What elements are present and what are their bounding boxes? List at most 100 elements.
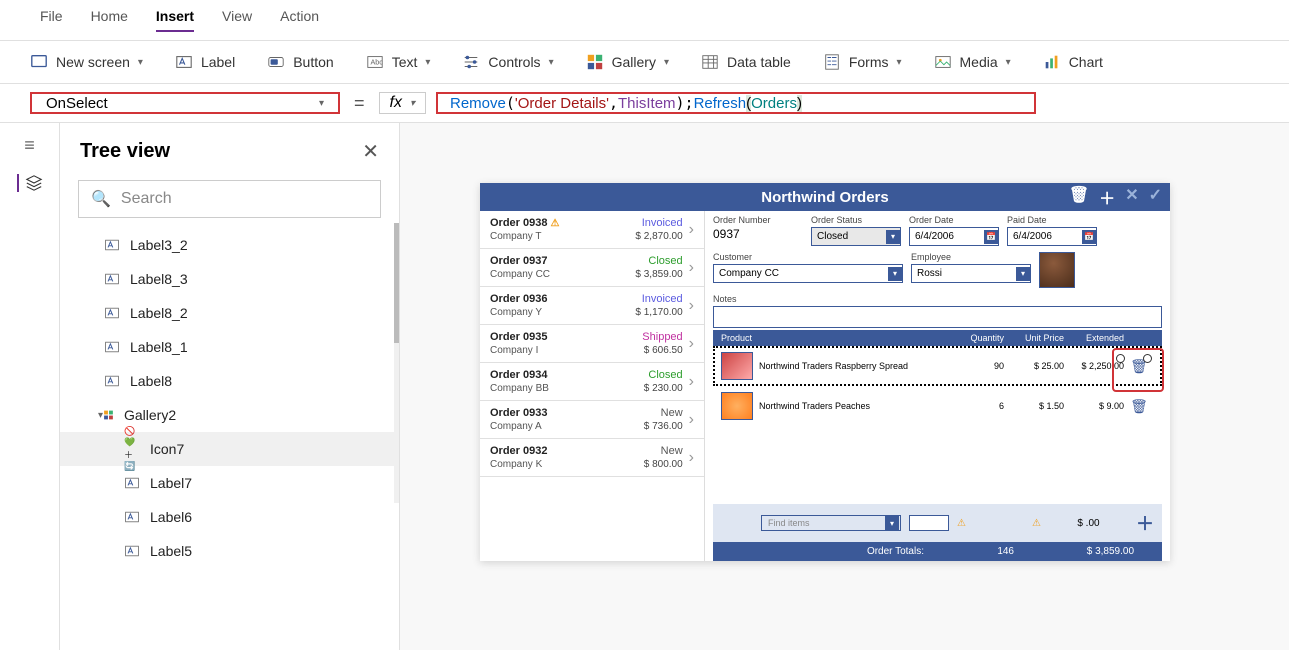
order-row[interactable]: Order 0938 ⚠Company TInvoiced$ 2,870.00› bbox=[480, 211, 704, 249]
trash-icon[interactable]: 🗑 bbox=[1069, 185, 1089, 209]
product-image bbox=[721, 352, 753, 380]
menu-bar: File Home Insert View Action bbox=[0, 0, 1289, 41]
tree-item-label5[interactable]: Label5 bbox=[60, 534, 399, 568]
trash-icon[interactable]: 🗑 bbox=[1124, 358, 1154, 375]
trash-icon[interactable]: 🗑 bbox=[1124, 398, 1154, 415]
tree-item-label7[interactable]: Label7 bbox=[60, 466, 399, 500]
tree-item-gallery2[interactable]: ▾ Gallery2 bbox=[60, 398, 399, 432]
order-row[interactable]: Order 0933Company ANew$ 736.00› bbox=[480, 401, 704, 439]
formula-input[interactable]: Remove( 'Order Details', ThisItem ); Ref… bbox=[436, 92, 1036, 114]
qty-input[interactable] bbox=[909, 515, 949, 531]
add-line-row: Find items▾ ⚠ ⚠ $ .00 ＋ bbox=[713, 504, 1162, 542]
label-icon bbox=[104, 305, 120, 321]
icon-icon: 🚫💚＋🔄 bbox=[124, 441, 140, 457]
gallery-dropdown[interactable]: Gallery▾ bbox=[586, 53, 669, 71]
notes-input[interactable] bbox=[713, 306, 1162, 328]
chevron-right-icon: › bbox=[689, 335, 694, 353]
tree-item-label8_2[interactable]: Label8_2 bbox=[60, 296, 399, 330]
menu-file[interactable]: File bbox=[40, 8, 63, 32]
chevron-right-icon: › bbox=[689, 449, 694, 467]
chart-dropdown[interactable]: Chart bbox=[1043, 53, 1103, 71]
chevron-right-icon: › bbox=[689, 373, 694, 391]
fx-button[interactable]: fx▾ bbox=[379, 92, 426, 114]
gallery-icon: ▾ bbox=[98, 407, 114, 423]
line-items-header: Product Quantity Unit Price Extended bbox=[713, 330, 1162, 346]
tree-item-label8_3[interactable]: Label8_3 bbox=[60, 262, 399, 296]
order-row[interactable]: Order 0936Company YInvoiced$ 1,170.00› bbox=[480, 287, 704, 325]
button-button[interactable]: Button bbox=[267, 53, 333, 71]
app-title-bar: Northwind Orders 🗑 ＋ ✕ ✓ bbox=[480, 183, 1170, 211]
data-table-button[interactable]: Data table bbox=[701, 53, 791, 71]
property-dropdown[interactable]: OnSelect▾ bbox=[30, 92, 340, 114]
hamburger-icon[interactable]: ≡ bbox=[24, 135, 35, 156]
add-line-button[interactable]: ＋ bbox=[1136, 510, 1154, 536]
menu-insert[interactable]: Insert bbox=[156, 8, 194, 32]
controls-dropdown[interactable]: Controls▾ bbox=[462, 53, 553, 71]
order-row[interactable]: Order 0937Company CCClosed$ 3,859.00› bbox=[480, 249, 704, 287]
tree-list: Label3_2Label8_3Label8_2Label8_1Label8▾ … bbox=[60, 228, 399, 650]
text-dropdown[interactable]: Abc Text▾ bbox=[366, 53, 431, 71]
warning-icon: ⚠ bbox=[957, 518, 966, 529]
tree-view-panel: Tree view ✕ 🔍 Search Label3_2Label8_3Lab… bbox=[60, 123, 400, 650]
media-icon bbox=[934, 53, 952, 71]
search-icon: 🔍 bbox=[91, 189, 111, 209]
label-icon bbox=[175, 53, 193, 71]
forms-dropdown[interactable]: Forms▾ bbox=[823, 53, 902, 71]
line-item[interactable]: Northwind Traders Raspberry Spread90$ 25… bbox=[713, 346, 1162, 386]
label-icon bbox=[124, 543, 140, 559]
tree-item-label8[interactable]: Label8 bbox=[60, 364, 399, 398]
menu-view[interactable]: View bbox=[222, 8, 252, 32]
scrollbar-thumb[interactable] bbox=[394, 223, 399, 343]
label-icon bbox=[104, 271, 120, 287]
table-icon bbox=[701, 53, 719, 71]
cancel-icon[interactable]: ✕ bbox=[1125, 185, 1138, 209]
order-row[interactable]: Order 0932Company KNew$ 800.00› bbox=[480, 439, 704, 477]
paid-date-input[interactable]: 6/4/2006📅 bbox=[1007, 227, 1097, 246]
tree-item-label3_2[interactable]: Label3_2 bbox=[60, 228, 399, 262]
label-icon bbox=[104, 373, 120, 389]
find-items-dropdown[interactable]: Find items▾ bbox=[761, 515, 901, 531]
chevron-right-icon: › bbox=[689, 221, 694, 239]
line-items: Northwind Traders Raspberry Spread90$ 25… bbox=[713, 346, 1162, 504]
ribbon: New screen▾ Label Button Abc Text▾ Contr… bbox=[0, 41, 1289, 84]
canvas: Northwind Orders 🗑 ＋ ✕ ✓ Order 0938 ⚠Com… bbox=[400, 123, 1289, 650]
button-icon bbox=[267, 53, 285, 71]
svg-text:Abc: Abc bbox=[370, 58, 383, 67]
chevron-right-icon: › bbox=[689, 411, 694, 429]
close-icon[interactable]: ✕ bbox=[362, 139, 379, 164]
customer-dropdown[interactable]: Company CC▾ bbox=[713, 264, 903, 283]
line-item[interactable]: Northwind Traders Peaches6$ 1.50$ 9.00🗑 bbox=[713, 386, 1162, 426]
tree-search-input[interactable]: 🔍 Search bbox=[78, 180, 381, 218]
side-rail: ≡ bbox=[0, 123, 60, 650]
new-screen-button[interactable]: New screen▾ bbox=[30, 53, 143, 71]
label-icon bbox=[104, 339, 120, 355]
check-icon[interactable]: ✓ bbox=[1149, 185, 1162, 209]
order-date-input[interactable]: 6/4/2006📅 bbox=[909, 227, 999, 246]
order-detail: Order Number 0937 Order Status Closed▾ O… bbox=[705, 211, 1170, 561]
tree-item-label6[interactable]: Label6 bbox=[60, 500, 399, 534]
label-button[interactable]: Label bbox=[175, 53, 235, 71]
plus-icon[interactable]: ＋ bbox=[1099, 185, 1115, 209]
chevron-right-icon: › bbox=[689, 297, 694, 315]
menu-home[interactable]: Home bbox=[91, 8, 128, 32]
avatar bbox=[1039, 252, 1075, 288]
tree-item-label8_1[interactable]: Label8_1 bbox=[60, 330, 399, 364]
order-list[interactable]: Order 0938 ⚠Company TInvoiced$ 2,870.00›… bbox=[480, 211, 705, 561]
order-row[interactable]: Order 0935Company IShipped$ 606.50› bbox=[480, 325, 704, 363]
menu-action[interactable]: Action bbox=[280, 8, 319, 32]
equals-label: = bbox=[350, 92, 369, 114]
app-preview: Northwind Orders 🗑 ＋ ✕ ✓ Order 0938 ⚠Com… bbox=[480, 183, 1170, 561]
status-dropdown[interactable]: Closed▾ bbox=[811, 227, 901, 246]
chevron-right-icon: › bbox=[689, 259, 694, 277]
tree-item-icon7[interactable]: 🚫💚＋🔄Icon7 bbox=[60, 432, 399, 466]
media-dropdown[interactable]: Media▾ bbox=[934, 53, 1011, 71]
layers-icon[interactable] bbox=[17, 174, 43, 192]
order-row[interactable]: Order 0934Company BBClosed$ 230.00› bbox=[480, 363, 704, 401]
text-icon: Abc bbox=[366, 53, 384, 71]
gallery-icon bbox=[586, 53, 604, 71]
label-icon bbox=[124, 509, 140, 525]
controls-icon bbox=[462, 53, 480, 71]
employee-dropdown[interactable]: Rossi▾ bbox=[911, 264, 1031, 283]
chevron-down-icon: ▾ bbox=[319, 98, 324, 109]
chart-icon bbox=[1043, 53, 1061, 71]
